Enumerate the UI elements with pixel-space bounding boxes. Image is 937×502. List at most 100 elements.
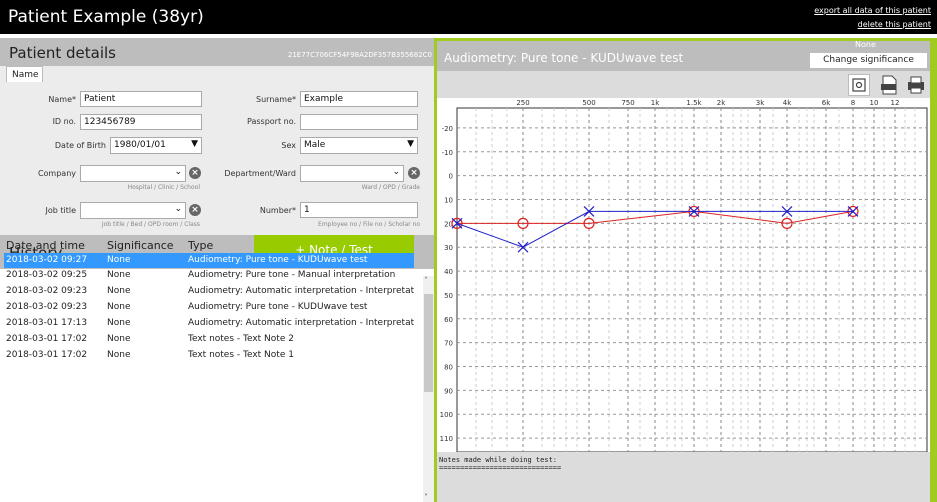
y-tick-label: 70 [444, 340, 453, 348]
chevron-down-icon: ▼ [407, 139, 414, 149]
clear-company-icon[interactable]: × [189, 167, 201, 179]
x-tick-label: 4k [783, 99, 792, 107]
chevron-down-icon: ▼ [191, 139, 198, 149]
row-type: Audiometry: Automatic interpretation - I… [188, 318, 414, 328]
y-tick-label: 40 [444, 268, 453, 276]
patient-details-title: Patient details [9, 44, 116, 62]
clear-job-title-icon[interactable]: × [189, 204, 201, 216]
table-row[interactable]: 2018-03-01 17:02 None Text notes - Text … [4, 348, 414, 363]
surname-label: Surname* [256, 95, 296, 104]
dob-picker[interactable]: 1980/01/01 ▼ [110, 137, 202, 154]
row-significance: None [107, 318, 131, 328]
print-icon[interactable] [905, 74, 927, 96]
delete-link[interactable]: delete this patient [858, 20, 931, 29]
name-field[interactable]: Patient [80, 91, 202, 107]
y-tick-label: 110 [440, 435, 453, 443]
pdf-icon[interactable] [878, 74, 900, 96]
row-significance: None [107, 350, 131, 360]
row-date: 2018-03-01 17:02 [6, 350, 88, 360]
table-row[interactable]: 2018-03-01 17:13 None Audiometry: Automa… [4, 316, 414, 331]
column-header-type[interactable]: Type [188, 239, 213, 252]
test-notes: Notes made while doing test: ===========… [437, 452, 930, 502]
company-select[interactable]: ⌄ [80, 165, 186, 182]
clear-department-icon[interactable]: × [408, 167, 420, 179]
x-tick-label: 10 [870, 99, 879, 107]
chevron-down-icon: ⌄ [392, 167, 400, 177]
department-select[interactable]: ⌄ [300, 165, 404, 182]
x-tick-label: 2k [717, 99, 726, 107]
table-row[interactable]: 2018-03-02 09:23 None Audiometry: Pure t… [4, 300, 414, 315]
row-significance: None [107, 334, 131, 344]
y-tick-label: 90 [444, 387, 453, 395]
row-significance: None [107, 302, 131, 312]
view-icon[interactable] [848, 74, 870, 96]
y-tick-label: 30 [444, 244, 453, 252]
row-type: Audiometry: Automatic interpretation - I… [188, 286, 414, 296]
scroll-down-icon[interactable]: ˅ [424, 493, 428, 502]
surname-field[interactable]: Example [300, 91, 418, 107]
x-tick-label: 3k [756, 99, 765, 107]
x-tick-label: 6k [822, 99, 831, 107]
row-significance: None [107, 286, 131, 296]
dob-label: Date of Birth [54, 141, 106, 150]
column-header-date[interactable]: Date and time [6, 239, 85, 252]
x-tick-label: 250 [516, 99, 529, 107]
tab-name[interactable]: Name [6, 66, 43, 82]
change-significance-button[interactable]: Change significance [810, 53, 927, 68]
chevron-down-icon: ⌄ [174, 204, 182, 214]
scroll-up-icon[interactable]: ˄ [424, 276, 428, 285]
row-date: 2018-03-02 09:27 [6, 255, 88, 265]
chevron-down-icon: ⌄ [174, 167, 182, 177]
y-tick-label: 80 [444, 364, 453, 372]
y-tick-label: 60 [444, 316, 453, 324]
row-significance: None [107, 270, 131, 280]
passport-field[interactable] [300, 114, 418, 130]
y-tick-label: -10 [442, 149, 453, 157]
y-tick-label: 100 [440, 411, 453, 419]
row-type: Audiometry: Pure tone - KUDUwave test [188, 255, 368, 265]
job-title-select[interactable]: ⌄ [80, 202, 186, 219]
audiogram-chart: -20 -10 0 10 20 30 40 50 60 70 80 90 100 110 250 500 750… [437, 98, 930, 453]
x-tick-label: 12 [891, 99, 900, 107]
table-row[interactable]: 2018-03-01 17:02 None Text notes - Text … [4, 332, 414, 347]
plot-frame [456, 107, 928, 453]
record-id: 21E77C706CF54F98A2DF357B355682C0 [287, 51, 432, 59]
name-label: Name* [48, 95, 76, 104]
y-tick-label: 0 [449, 173, 453, 181]
audiogram-svg: -20-100102030405060708090100110250 500 750… [440, 99, 928, 453]
number-field[interactable]: 1 [300, 202, 418, 218]
data-point-circle [781, 217, 793, 229]
x-tick-label: 8 [851, 99, 855, 107]
patient-details-header: Patient details 21E77C706CF54F98A2DF357B… [0, 38, 434, 66]
job-title-hint: Job title / Bed / OPD room / Class [101, 221, 200, 228]
detail-panel: Audiometry: Pure tone - KUDUwave test No… [434, 38, 937, 502]
row-date: 2018-03-02 09:25 [6, 270, 88, 280]
y-tick-label: 50 [444, 292, 453, 300]
row-date: 2018-03-02 09:23 [6, 286, 88, 296]
sex-select[interactable]: Male ▼ [300, 137, 418, 154]
row-date: 2018-03-02 09:23 [6, 302, 88, 312]
row-type: Audiometry: Pure tone - Manual interpret… [188, 270, 396, 280]
history-scrollbar[interactable]: ˄ ˅ [423, 276, 434, 502]
number-label: Number* [259, 206, 296, 215]
detail-header: Audiometry: Pure tone - KUDUwave test No… [437, 40, 930, 71]
table-row[interactable]: 2018-03-02 09:25 None Audiometry: Pure t… [4, 268, 414, 283]
column-header-significance[interactable]: Significance [107, 239, 174, 252]
export-link[interactable]: export all data of this patient [814, 6, 931, 15]
data-point-circle [583, 217, 595, 229]
department-label: Department/Ward [224, 169, 296, 178]
table-row[interactable]: 2018-03-02 09:27 None Audiometry: Pure t… [4, 253, 414, 268]
scrollbar-thumb[interactable] [424, 294, 433, 392]
row-significance: None [107, 255, 131, 265]
id-field[interactable]: 123456789 [80, 114, 202, 130]
id-label: ID no. [52, 117, 76, 126]
row-date: 2018-03-01 17:13 [6, 318, 88, 328]
job-title-label: Job title [45, 206, 76, 215]
x-tick-label: 1.5k [686, 99, 702, 107]
history-table: Date and time Significance Type 2018-03-… [4, 237, 418, 464]
sex-value: Male [304, 140, 326, 150]
department-hint: Ward / OPD / Grade [361, 184, 420, 191]
significance-value: None [855, 40, 876, 49]
table-row[interactable]: 2018-03-02 09:23 None Audiometry: Automa… [4, 284, 414, 299]
number-hint: Employee no / File no / Scholar no [318, 221, 420, 228]
